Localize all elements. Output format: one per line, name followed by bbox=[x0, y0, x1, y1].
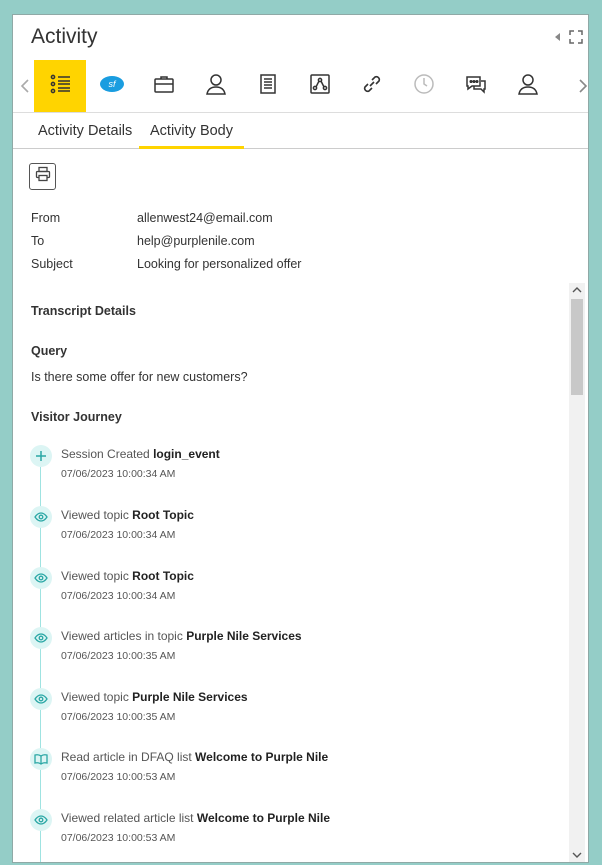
scrollbar-thumb[interactable] bbox=[571, 299, 583, 395]
to-label: To bbox=[31, 234, 45, 248]
tab-activity-body[interactable]: Activity Body bbox=[139, 113, 244, 149]
from-value: allenwest24@email.com bbox=[137, 211, 273, 225]
journey-event: Viewed topic Root Topic 07/06/2023 10:00… bbox=[30, 565, 550, 613]
history-icon bbox=[413, 73, 435, 100]
eye-icon bbox=[30, 809, 52, 831]
tab-bar: Activity Details Activity Body bbox=[13, 112, 588, 149]
maximize-icon[interactable] bbox=[567, 28, 585, 46]
query-text: Is there some offer for new customers? bbox=[31, 370, 248, 384]
tool-briefcase-button[interactable] bbox=[138, 60, 190, 112]
list-icon bbox=[49, 73, 71, 100]
journey-event: Viewed related article list Welcome to P… bbox=[30, 807, 550, 855]
transcript-heading: Transcript Details bbox=[31, 304, 136, 318]
journey-event: Session Created login_event 07/06/2023 1… bbox=[30, 443, 550, 491]
tool-salesforce-button[interactable]: sf bbox=[86, 60, 138, 112]
user-icon bbox=[517, 73, 539, 100]
toolbar-scroll-left-icon[interactable] bbox=[16, 72, 34, 100]
printer-icon bbox=[35, 166, 51, 187]
journey-event: Read article in DFAQ list Welcome to Pur… bbox=[30, 746, 550, 794]
vertical-scrollbar[interactable] bbox=[569, 283, 585, 862]
scroll-down-icon[interactable] bbox=[569, 848, 585, 862]
eye-icon bbox=[30, 688, 52, 710]
panel-header: Activity bbox=[13, 15, 588, 59]
eye-icon bbox=[30, 567, 52, 589]
tool-user-button[interactable] bbox=[502, 60, 554, 112]
scroll-up-icon[interactable] bbox=[569, 283, 585, 297]
journey-heading: Visitor Journey bbox=[31, 410, 122, 424]
transcript-scroll-area[interactable]: Transcript Details Query Is there some o… bbox=[13, 283, 588, 862]
network-icon bbox=[309, 73, 331, 100]
tool-list-button[interactable] bbox=[34, 60, 86, 112]
journey-event: Viewed topic Purple Nile Services 07/06/… bbox=[30, 686, 550, 734]
tool-document-button[interactable] bbox=[242, 60, 294, 112]
plus-icon bbox=[30, 445, 52, 467]
link-icon bbox=[361, 73, 383, 100]
print-button[interactable] bbox=[29, 163, 56, 190]
from-label: From bbox=[31, 211, 61, 225]
to-value: help@purplenile.com bbox=[137, 234, 255, 248]
collapse-left-icon[interactable] bbox=[549, 28, 567, 46]
toolbar: sf bbox=[13, 60, 588, 112]
query-heading: Query bbox=[31, 344, 68, 358]
subject-value: Looking for personalized offer bbox=[137, 257, 302, 271]
contact-icon bbox=[205, 73, 227, 100]
chat-icon bbox=[464, 73, 488, 100]
tool-link-button[interactable] bbox=[346, 60, 398, 112]
activity-panel: Activity sf Activity Details Activity Bo… bbox=[12, 14, 589, 863]
subject-label: Subject bbox=[31, 257, 73, 271]
tool-contact-button[interactable] bbox=[190, 60, 242, 112]
tool-network-button[interactable] bbox=[294, 60, 346, 112]
eye-icon bbox=[30, 506, 52, 528]
toolbar-scroll-right-icon[interactable] bbox=[574, 72, 588, 100]
tool-chat-button[interactable] bbox=[450, 60, 502, 112]
document-icon bbox=[258, 73, 278, 100]
eye-icon bbox=[30, 627, 52, 649]
tab-activity-details[interactable]: Activity Details bbox=[27, 113, 143, 149]
book-icon bbox=[30, 748, 52, 770]
journey-event: Viewed articles in topic Purple Nile Ser… bbox=[30, 625, 550, 673]
salesforce-icon: sf bbox=[99, 74, 125, 99]
journey-event: Viewed topic Root Topic 07/06/2023 10:00… bbox=[30, 504, 550, 552]
tool-history-button[interactable] bbox=[398, 60, 450, 112]
panel-title: Activity bbox=[31, 25, 98, 48]
briefcase-icon bbox=[153, 74, 175, 99]
